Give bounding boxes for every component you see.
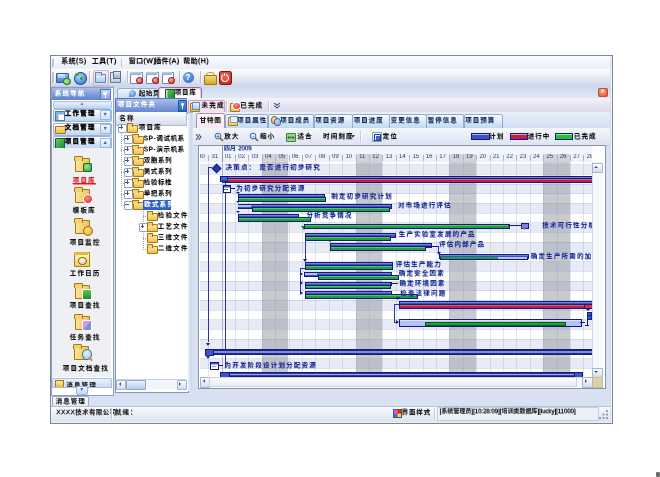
svg-text:-: -	[252, 133, 254, 139]
svg-text:+: +	[216, 133, 219, 139]
